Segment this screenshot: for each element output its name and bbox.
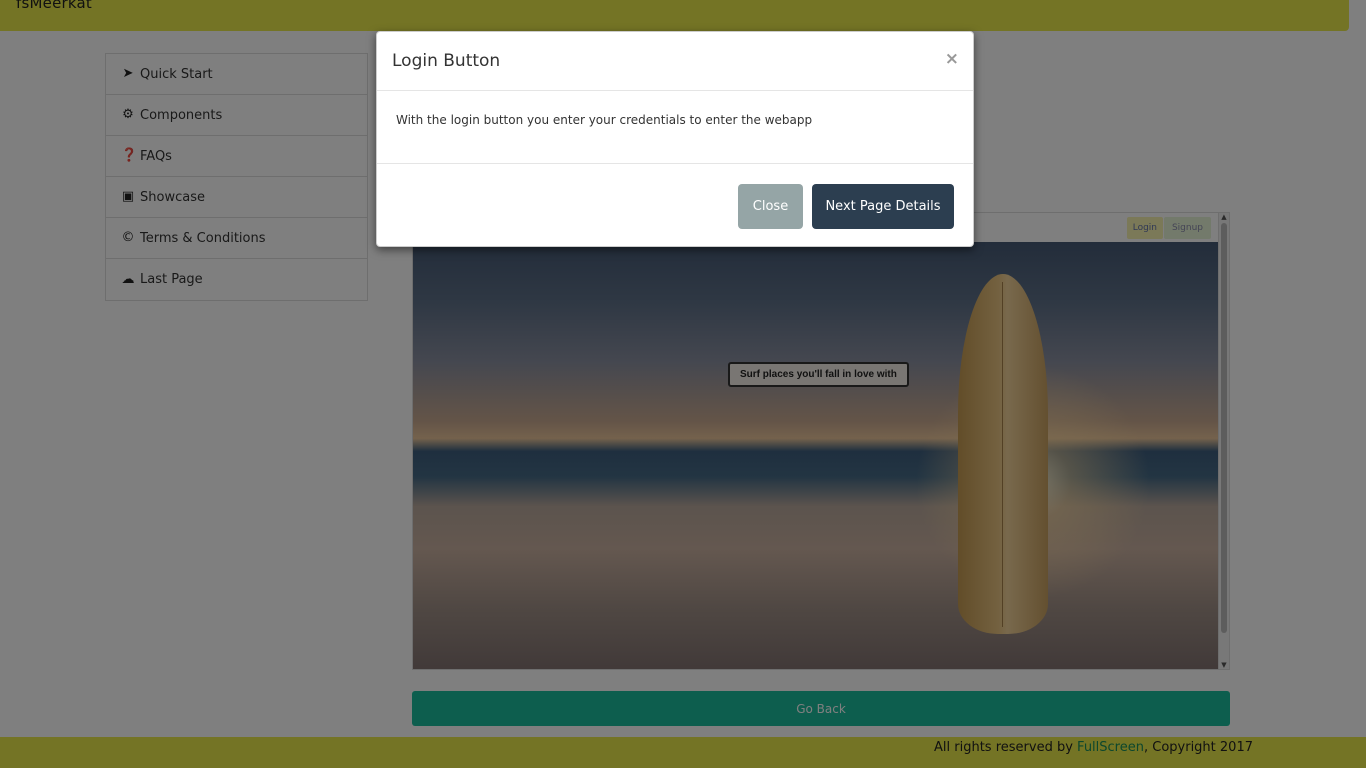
close-button[interactable]: Close — [738, 184, 803, 229]
modal-title: Login Button — [392, 51, 501, 71]
modal-body: With the login button you enter your cre… — [377, 91, 973, 164]
next-page-details-button[interactable]: Next Page Details — [812, 184, 954, 229]
close-icon[interactable]: × — [945, 49, 959, 69]
modal-footer: Close Next Page Details — [377, 164, 973, 248]
modal-dialog: Login Button × With the login button you… — [376, 31, 974, 247]
modal-header: Login Button × — [377, 32, 973, 91]
modal-body-text: With the login button you enter your cre… — [396, 113, 813, 127]
page: fsMeerkat ➤ Quick Start ⚙ Components ❓ F… — [0, 0, 1366, 768]
